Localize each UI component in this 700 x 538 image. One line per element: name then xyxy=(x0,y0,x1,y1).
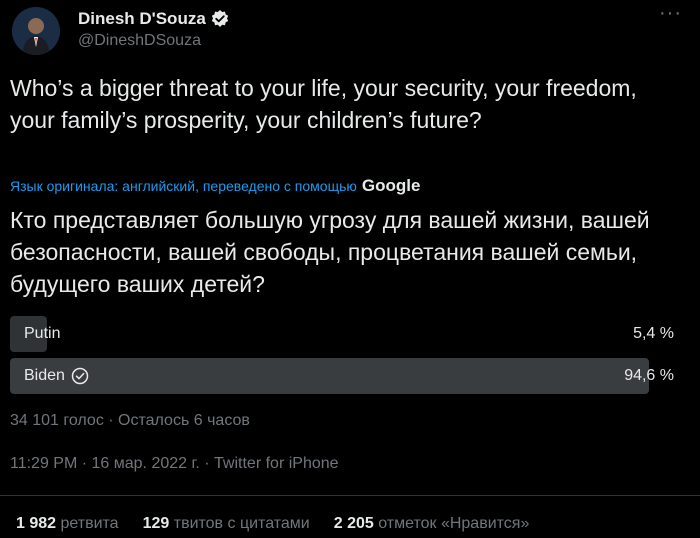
translation-note-text: Язык оригинала: английский, переведено с… xyxy=(10,178,357,194)
author-handle[interactable]: @DineshDSouza xyxy=(78,32,201,50)
likes-count: 2 205 xyxy=(333,515,374,532)
retweets-count: 1 982 xyxy=(16,515,57,532)
quotes-stat[interactable]: 129 твитов с цитатами xyxy=(143,515,310,533)
poll-option-biden: Biden 94,6 % xyxy=(10,358,686,394)
poll: Putin 5,4 % Biden 94,6 % xyxy=(10,316,686,400)
tweet-text: Who’s a bigger threat to your life, your… xyxy=(10,75,637,133)
likes-label: отметок «Нравится» xyxy=(378,515,530,532)
retweets-stat[interactable]: 1 982 ретвита xyxy=(16,515,119,533)
tweet-timestamp[interactable]: 11:29 PM · 16 мар. 2022 г. · Twitter for… xyxy=(10,455,339,473)
engagement-stats: 1 982 ретвита 129 твитов с цитатами 2 20… xyxy=(16,515,553,533)
translated-text: Кто представляет большую угрозу для ваше… xyxy=(10,207,650,297)
poll-meta: 34 101 голос · Осталось 6 часов xyxy=(10,412,250,429)
likes-stat[interactable]: 2 205 отметок «Нравится» xyxy=(334,515,530,533)
poll-bar-biden xyxy=(10,358,650,394)
poll-option-label: Putin xyxy=(24,325,61,342)
author-name[interactable]: Dinesh D'Souza xyxy=(78,9,206,29)
quotes-label: твитов с цитатами xyxy=(173,515,310,532)
google-logo: Google xyxy=(361,176,421,195)
tweet-header: Dinesh D'Souza @DineshDSouza ··· xyxy=(10,0,690,66)
translation-note[interactable]: Язык оригинала: английский, переведено с… xyxy=(10,176,420,196)
poll-option-putin: Putin 5,4 % xyxy=(10,316,686,352)
verified-badge-icon xyxy=(210,9,230,29)
divider xyxy=(0,495,700,496)
more-options-icon[interactable]: ··· xyxy=(659,3,682,23)
poll-option-label: Biden xyxy=(24,367,65,384)
check-circle-icon xyxy=(71,367,89,385)
quotes-count: 129 xyxy=(142,515,170,532)
poll-option-percent: 94,6 % xyxy=(624,367,674,384)
retweets-label: ретвита xyxy=(60,515,119,532)
poll-option-percent: 5,4 % xyxy=(633,325,674,342)
avatar[interactable] xyxy=(12,7,60,55)
